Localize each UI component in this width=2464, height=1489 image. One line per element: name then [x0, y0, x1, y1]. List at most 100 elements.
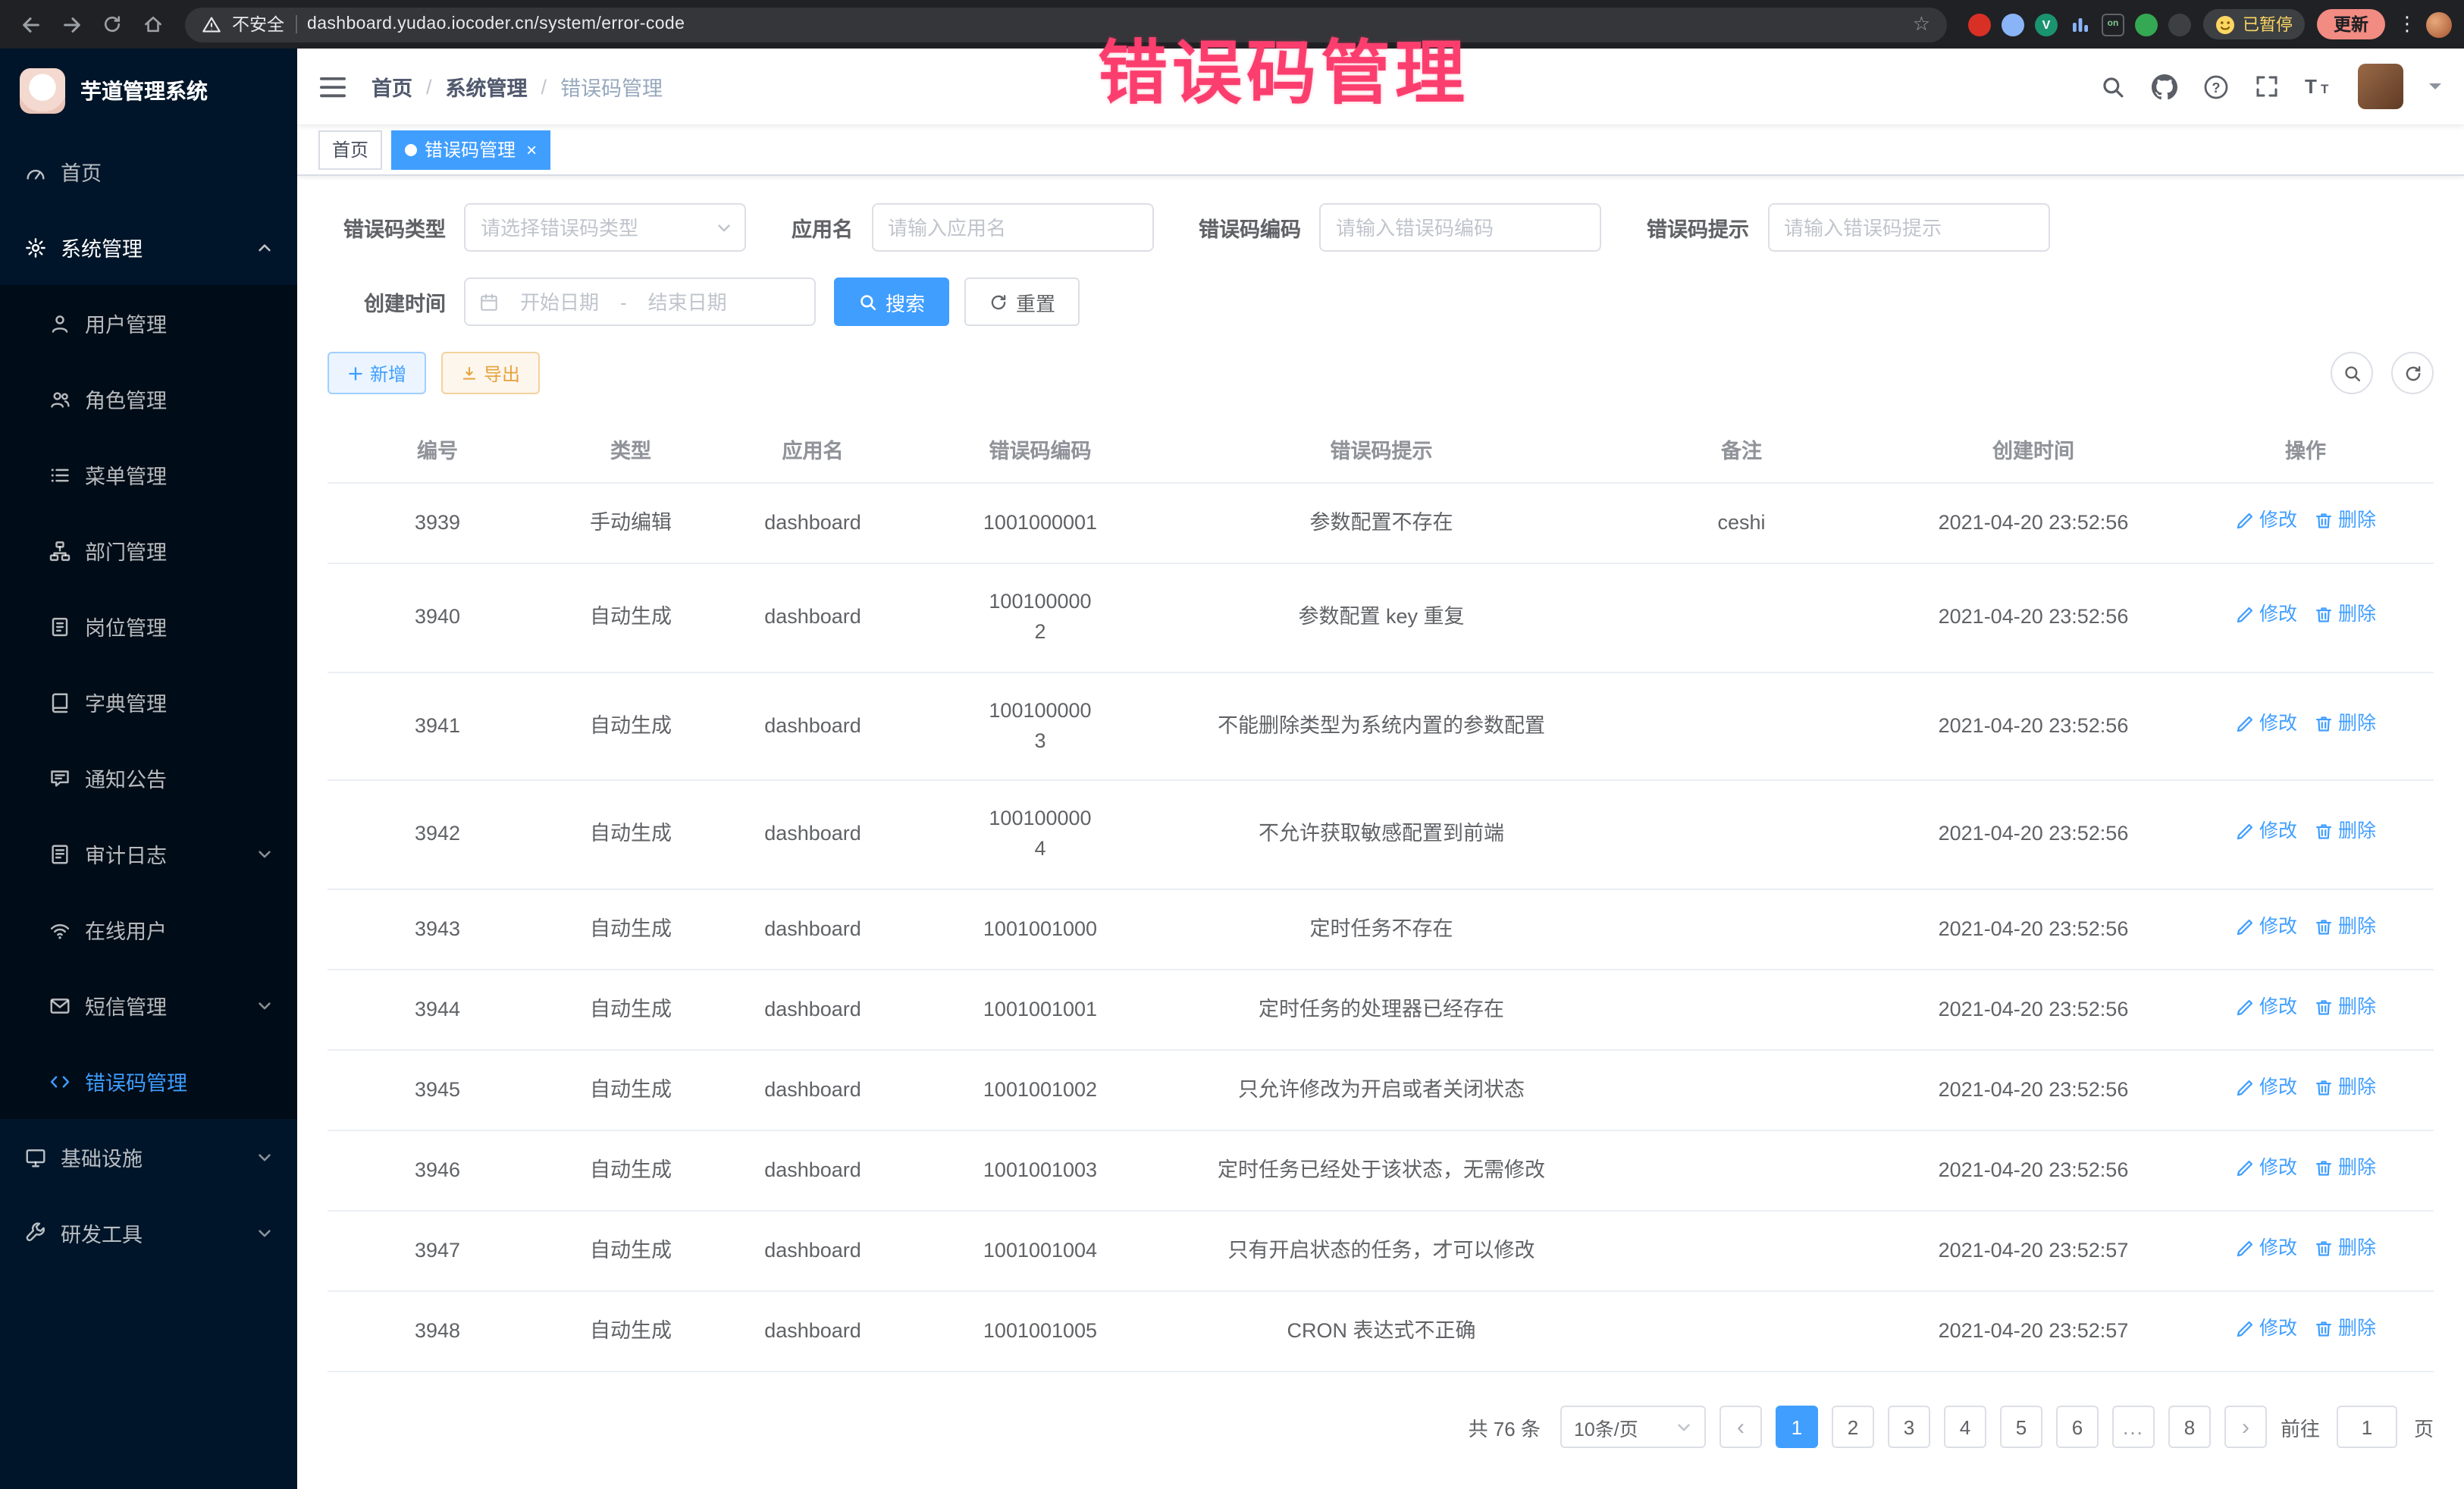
edit-link[interactable]: 修改: [2235, 1074, 2297, 1102]
sidebar-item-system[interactable]: 系统管理: [0, 209, 297, 285]
start-date-input[interactable]: [505, 290, 614, 313]
sidebar-item-dict[interactable]: 字典管理: [0, 664, 297, 740]
delete-link[interactable]: 删除: [2314, 1315, 2376, 1344]
delete-link[interactable]: 删除: [2314, 993, 2376, 1022]
extension-icon[interactable]: on: [2102, 13, 2124, 36]
page-button-3[interactable]: 3: [1888, 1406, 1930, 1449]
add-button[interactable]: 新增: [328, 352, 426, 394]
sidebar-logo[interactable]: 芋道管理系统: [0, 49, 297, 133]
update-button[interactable]: 更新: [2317, 9, 2385, 39]
cell-remark: [1594, 780, 1889, 889]
cell-type: 自动生成: [547, 1050, 714, 1130]
sidebar-item-infra[interactable]: 基础设施: [0, 1119, 297, 1195]
search-toggle-button[interactable]: [2331, 352, 2373, 394]
fullscreen-icon[interactable]: [2255, 74, 2279, 99]
next-page-button[interactable]: ›: [2224, 1406, 2267, 1449]
help-icon[interactable]: ?: [2203, 74, 2229, 99]
chevron-down-icon[interactable]: [2429, 83, 2441, 96]
edit-link[interactable]: 修改: [2235, 601, 2297, 630]
error-code-field[interactable]: [1319, 203, 1601, 252]
sidebar-item-dept[interactable]: 部门管理: [0, 513, 297, 588]
pagination-ellipsis[interactable]: ...: [2112, 1406, 2155, 1449]
page-button-4[interactable]: 4: [1944, 1406, 1986, 1449]
error-type-select[interactable]: [464, 203, 746, 252]
sidebar-item-errorcode[interactable]: 错误码管理: [0, 1043, 297, 1119]
delete-link[interactable]: 删除: [2314, 601, 2376, 630]
url-text[interactable]: dashboard.yudao.iocoder.cn/system/error-…: [307, 15, 685, 33]
edit-link[interactable]: 修改: [2235, 993, 2297, 1022]
back-icon[interactable]: [12, 8, 49, 41]
error-hint-field[interactable]: [1767, 203, 2049, 252]
search-icon[interactable]: [2100, 74, 2126, 99]
prev-page-button[interactable]: ‹: [1719, 1406, 1762, 1449]
tab-error-code[interactable]: 错误码管理 ×: [391, 130, 550, 169]
page-button-8[interactable]: 8: [2168, 1406, 2211, 1449]
extension-icon[interactable]: [2068, 13, 2091, 36]
cell-id: 3945: [328, 1050, 547, 1130]
sidebar-item-audit[interactable]: 审计日志: [0, 816, 297, 892]
edit-link[interactable]: 修改: [2235, 912, 2297, 941]
edit-link[interactable]: 修改: [2235, 1315, 2297, 1344]
edit-link[interactable]: 修改: [2235, 710, 2297, 738]
github-icon[interactable]: [2152, 74, 2177, 99]
sidebar-item-home[interactable]: 首页: [0, 133, 297, 209]
browser-profile-avatar[interactable]: [2426, 11, 2452, 37]
edit-link[interactable]: 修改: [2235, 818, 2297, 847]
breadcrumb-system[interactable]: 系统管理: [446, 71, 528, 102]
end-date-input[interactable]: [633, 290, 742, 313]
refresh-button[interactable]: [2391, 352, 2434, 394]
kebab-menu-icon[interactable]: ⋮: [2397, 12, 2415, 36]
delete-link[interactable]: 删除: [2314, 506, 2376, 535]
sidebar-item-post[interactable]: 岗位管理: [0, 588, 297, 664]
dept-icon: [49, 539, 71, 562]
error-code-input[interactable]: [1321, 205, 1600, 250]
delete-link[interactable]: 删除: [2314, 1154, 2376, 1183]
address-bar[interactable]: 不安全 dashboard.yudao.iocoder.cn/system/er…: [185, 7, 1947, 42]
bookmark-star-icon[interactable]: ☆: [1913, 12, 1930, 36]
extension-icon[interactable]: [2002, 13, 2024, 36]
page-button-1[interactable]: 1: [1776, 1406, 1818, 1449]
error-type-select-input[interactable]: [466, 205, 745, 250]
search-button[interactable]: 搜索: [834, 277, 949, 326]
avatar[interactable]: [2358, 64, 2403, 109]
sidebar-item-sms[interactable]: 短信管理: [0, 967, 297, 1043]
delete-link[interactable]: 删除: [2314, 710, 2376, 738]
date-range-picker[interactable]: -: [464, 277, 816, 326]
goto-page-input[interactable]: [2337, 1406, 2397, 1449]
tab-home[interactable]: 首页: [318, 130, 382, 169]
page-button-2[interactable]: 2: [1832, 1406, 1874, 1449]
reload-icon[interactable]: [94, 8, 130, 41]
paused-badge[interactable]: 已暂停: [2203, 9, 2305, 39]
error-hint-input[interactable]: [1769, 205, 2048, 250]
sidebar-item-menu[interactable]: 菜单管理: [0, 437, 297, 513]
reset-button[interactable]: 重置: [964, 277, 1080, 326]
hamburger-icon[interactable]: [320, 75, 346, 98]
sidebar-item-role[interactable]: 角色管理: [0, 361, 297, 437]
delete-link[interactable]: 删除: [2314, 912, 2376, 941]
sidebar-item-online[interactable]: 在线用户: [0, 892, 297, 967]
extension-icon[interactable]: [2168, 13, 2191, 36]
delete-link[interactable]: 删除: [2314, 1074, 2376, 1102]
sidebar-item-devtools[interactable]: 研发工具: [0, 1195, 297, 1271]
sidebar-item-user[interactable]: 用户管理: [0, 285, 297, 361]
breadcrumb-home[interactable]: 首页: [371, 71, 412, 102]
app-name-input[interactable]: [873, 205, 1152, 250]
page-size-select[interactable]: 10条/页: [1560, 1406, 1706, 1449]
close-icon[interactable]: ×: [526, 140, 537, 158]
extension-icon[interactable]: [2135, 13, 2158, 36]
delete-link[interactable]: 删除: [2314, 818, 2376, 847]
extension-icon[interactable]: [1968, 13, 1991, 36]
font-size-icon[interactable]: TT: [2305, 74, 2332, 99]
sidebar-item-notice[interactable]: 通知公告: [0, 740, 297, 816]
home-icon[interactable]: [135, 8, 171, 41]
page-button-6[interactable]: 6: [2056, 1406, 2099, 1449]
edit-link[interactable]: 修改: [2235, 1234, 2297, 1263]
app-name-field[interactable]: [871, 203, 1153, 252]
delete-link[interactable]: 删除: [2314, 1234, 2376, 1263]
edit-link[interactable]: 修改: [2235, 1154, 2297, 1183]
forward-icon[interactable]: [53, 8, 89, 41]
extension-icon[interactable]: V: [2035, 13, 2058, 36]
edit-link[interactable]: 修改: [2235, 506, 2297, 535]
export-button[interactable]: 导出: [441, 352, 540, 394]
page-button-5[interactable]: 5: [2000, 1406, 2042, 1449]
